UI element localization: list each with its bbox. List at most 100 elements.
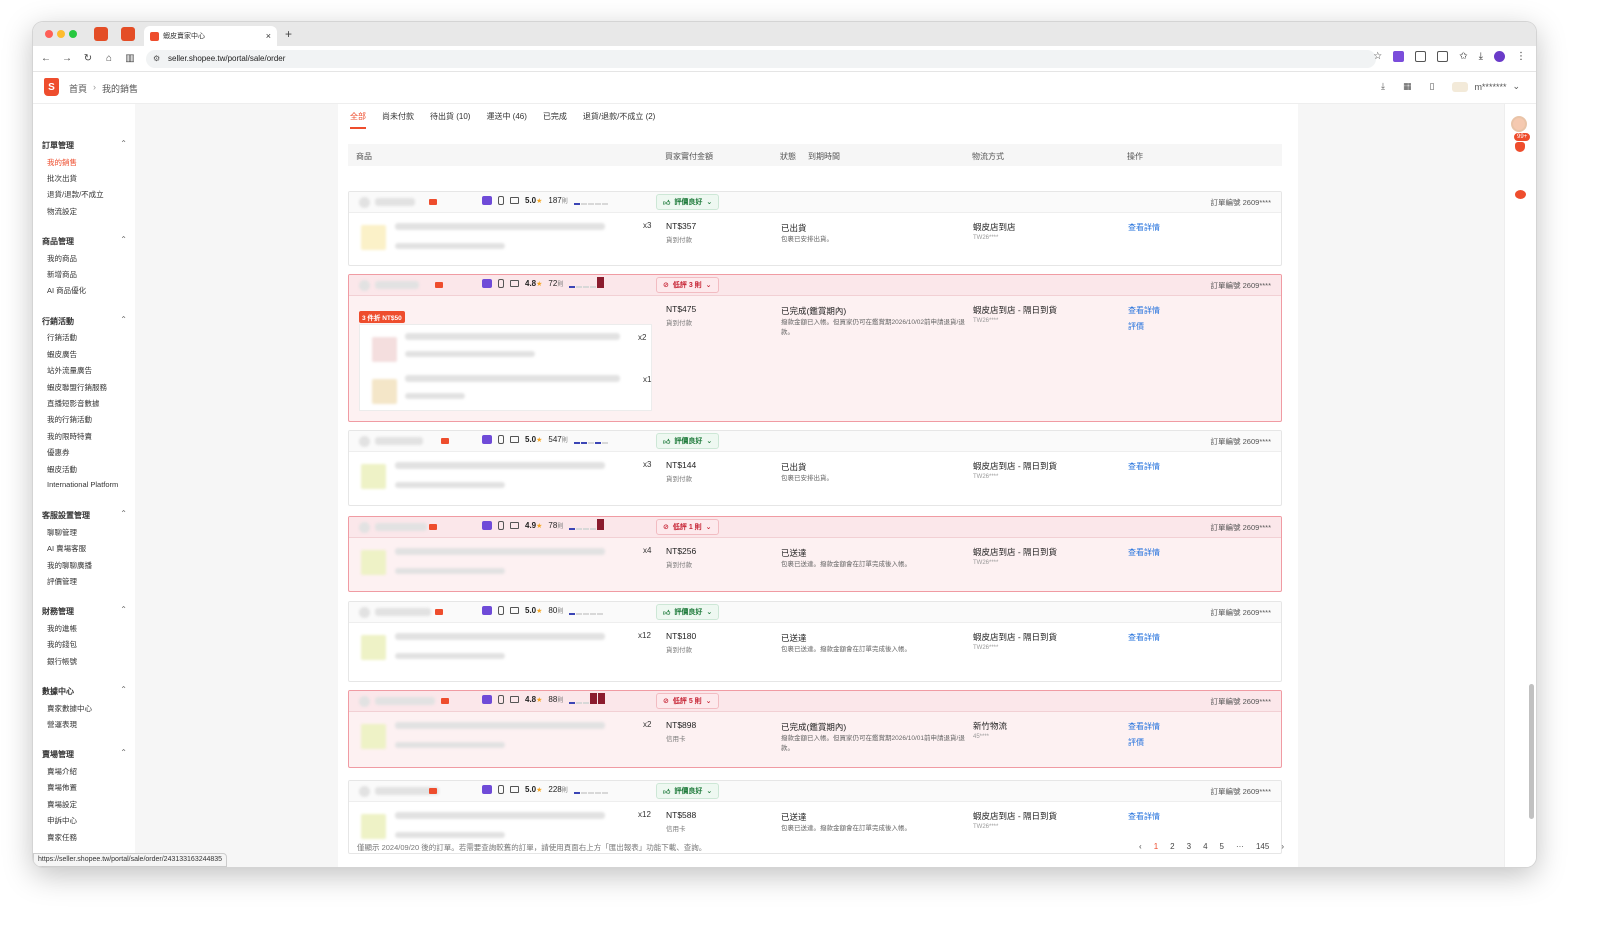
assistant-avatar[interactable]: [1511, 116, 1527, 132]
page-scrollbar[interactable]: [1529, 684, 1534, 819]
order-number[interactable]: 訂單編號 2609****: [1211, 696, 1271, 707]
buyer-profile-icon[interactable]: [482, 279, 492, 288]
sidebar-item[interactable]: 賣場佈置: [47, 782, 77, 793]
sidebar-group-title[interactable]: 賣場管理 ⌃: [42, 748, 127, 760]
sidebar-item[interactable]: 批次出貨: [47, 173, 77, 184]
incognito-icon[interactable]: [1437, 51, 1449, 62]
profile-avatar-icon[interactable]: [1494, 51, 1505, 62]
sidebar-item[interactable]: 我的限時特賣: [47, 431, 92, 442]
sidebar-item[interactable]: 我的進帳: [47, 623, 77, 634]
pinned-tab-shopee-icon[interactable]: [121, 27, 135, 41]
sidebar-item[interactable]: 蝦皮廣告: [47, 349, 77, 360]
sidebar-group-title[interactable]: 數據中心 ⌃: [42, 685, 127, 697]
order-number[interactable]: 訂單編號 2609****: [1211, 522, 1271, 533]
view-details-link[interactable]: 查看詳情: [1128, 305, 1160, 316]
reload-icon[interactable]: ↻: [81, 53, 95, 64]
page-number[interactable]: 145: [1256, 842, 1269, 851]
chevron-up-icon[interactable]: ⌃: [120, 685, 127, 694]
buyer-profile-icon[interactable]: [482, 695, 492, 704]
sidebar-group-title[interactable]: 財務管理 ⌃: [42, 605, 127, 617]
order-number[interactable]: 訂單編號 2609****: [1211, 436, 1271, 447]
page-number[interactable]: 4: [1203, 842, 1207, 851]
sidebar-item[interactable]: 我的行銷活動: [47, 414, 92, 425]
sidebar-group-title[interactable]: 客服設置管理 ⌃: [42, 509, 127, 521]
sidebar-item[interactable]: 優惠券: [47, 447, 70, 458]
good-rating-tag[interactable]: 👍︎ 評價良好 ⌄: [656, 783, 720, 799]
sidebar-item[interactable]: 物流設定: [47, 206, 77, 217]
pinned-tab-shopee-icon[interactable]: [94, 27, 108, 41]
sidebar-item[interactable]: 賣場介紹: [47, 766, 77, 777]
sidebar-item[interactable]: 我的銷售: [47, 157, 77, 168]
chevron-up-icon[interactable]: ⌃: [120, 605, 127, 614]
sidebar-item[interactable]: 蝦皮活動: [47, 464, 77, 475]
buyer-profile-icon[interactable]: [482, 785, 492, 794]
buyer-profile-icon[interactable]: [482, 606, 492, 615]
back-icon[interactable]: ←: [39, 53, 53, 64]
chevron-up-icon[interactable]: ⌃: [120, 139, 127, 148]
tab-all[interactable]: 全部: [350, 104, 366, 129]
close-tab-icon[interactable]: ×: [266, 31, 271, 41]
page-number[interactable]: 2: [1170, 842, 1174, 851]
sidebar-item[interactable]: 賣家數據中心: [47, 703, 92, 714]
order-number[interactable]: 訂單編號 2609****: [1211, 197, 1271, 208]
account-menu[interactable]: m******* ⌄: [1452, 81, 1520, 92]
sidebar-item[interactable]: 申訴中心: [47, 815, 77, 826]
puzzle-extensions-icon[interactable]: [1415, 51, 1427, 62]
sidebar-item[interactable]: AI 賣場客服: [47, 543, 86, 554]
breadcrumb-home[interactable]: 首頁: [69, 82, 87, 95]
view-details-link[interactable]: 查看詳情: [1128, 461, 1160, 472]
chat-buyer-icon[interactable]: [429, 524, 437, 530]
view-details-link[interactable]: 查看詳情: [1128, 547, 1160, 558]
reading-list-icon[interactable]: ✩: [1459, 51, 1467, 62]
minimize-window-icon[interactable]: [57, 30, 65, 38]
buyer-profile-icon[interactable]: [482, 435, 492, 444]
chevron-up-icon[interactable]: ⌃: [120, 235, 127, 244]
sidebar-item[interactable]: 賣家任務: [47, 832, 77, 843]
browser-menu-icon[interactable]: ⋮: [1516, 51, 1526, 62]
sidebar-group-title[interactable]: 商品管理 ⌃: [42, 235, 127, 247]
zoom-window-icon[interactable]: [69, 30, 77, 38]
tab-to-ship[interactable]: 待出貨 (10): [430, 104, 470, 129]
chat-buyer-icon[interactable]: [441, 698, 449, 704]
low-rating-tag[interactable]: ⊘ 低評 5 則 ⌄: [656, 693, 719, 709]
page-number[interactable]: 3: [1187, 842, 1191, 851]
sidebar-item[interactable]: 我的錢包: [47, 639, 77, 650]
page-number[interactable]: 5: [1220, 842, 1224, 851]
tab-completed[interactable]: 已完成: [543, 104, 567, 129]
sidebar-item[interactable]: 蝦皮聯盟行銷服務: [47, 382, 107, 393]
view-details-link[interactable]: 查看詳情: [1128, 632, 1160, 643]
view-details-link[interactable]: 查看詳情: [1128, 811, 1160, 822]
shopee-logo[interactable]: S: [44, 78, 59, 96]
sidebar-group-title[interactable]: 訂單管理 ⌃: [42, 139, 127, 151]
sidebar-item[interactable]: 賣場設定: [47, 799, 77, 810]
browser-tab-active[interactable]: 蝦皮賣家中心 ×: [144, 26, 277, 46]
chevron-up-icon[interactable]: ⌃: [120, 315, 127, 324]
download-icon[interactable]: ⤓: [1479, 51, 1483, 62]
sidebar-item[interactable]: International Platform: [47, 480, 118, 489]
order-number[interactable]: 訂單編號 2609****: [1211, 786, 1271, 797]
buyer-profile-icon[interactable]: [482, 196, 492, 205]
tab-returns[interactable]: 退貨/退款/不成立 (2): [583, 104, 655, 129]
sidebar-item[interactable]: AI 商品優化: [47, 285, 86, 296]
notification-bell-icon[interactable]: [1515, 142, 1525, 152]
apps-grid-icon[interactable]: ▦: [1403, 81, 1412, 92]
view-details-link[interactable]: 查看詳情: [1128, 222, 1160, 233]
download-report-icon[interactable]: ⤓: [1381, 81, 1385, 92]
sidebar-item[interactable]: 我的商品: [47, 253, 77, 264]
sidebar-item[interactable]: 站外流量廣告: [47, 365, 92, 376]
sidebar-item[interactable]: 聊聊管理: [47, 527, 77, 538]
sidebar-item[interactable]: 新增商品: [47, 269, 77, 280]
rate-buyer-link[interactable]: 評價: [1128, 737, 1144, 748]
new-tab-icon[interactable]: +: [285, 27, 292, 41]
order-number[interactable]: 訂單編號 2609****: [1211, 607, 1271, 618]
forward-icon[interactable]: →: [60, 53, 74, 64]
low-rating-tag[interactable]: ⊘ 低評 1 則 ⌄: [656, 519, 719, 535]
learning-book-icon[interactable]: ▯: [1429, 81, 1434, 92]
close-window-icon[interactable]: [45, 30, 53, 38]
good-rating-tag[interactable]: 👍︎ 評價良好 ⌄: [656, 604, 720, 620]
site-info-icon[interactable]: ⚙: [153, 50, 160, 68]
sidebar-item[interactable]: 直播短影音數據: [47, 398, 100, 409]
good-rating-tag[interactable]: 👍︎ 評價良好 ⌄: [656, 433, 720, 449]
sidebar-item[interactable]: 銀行帳號: [47, 656, 77, 667]
chevron-up-icon[interactable]: ⌃: [120, 748, 127, 757]
